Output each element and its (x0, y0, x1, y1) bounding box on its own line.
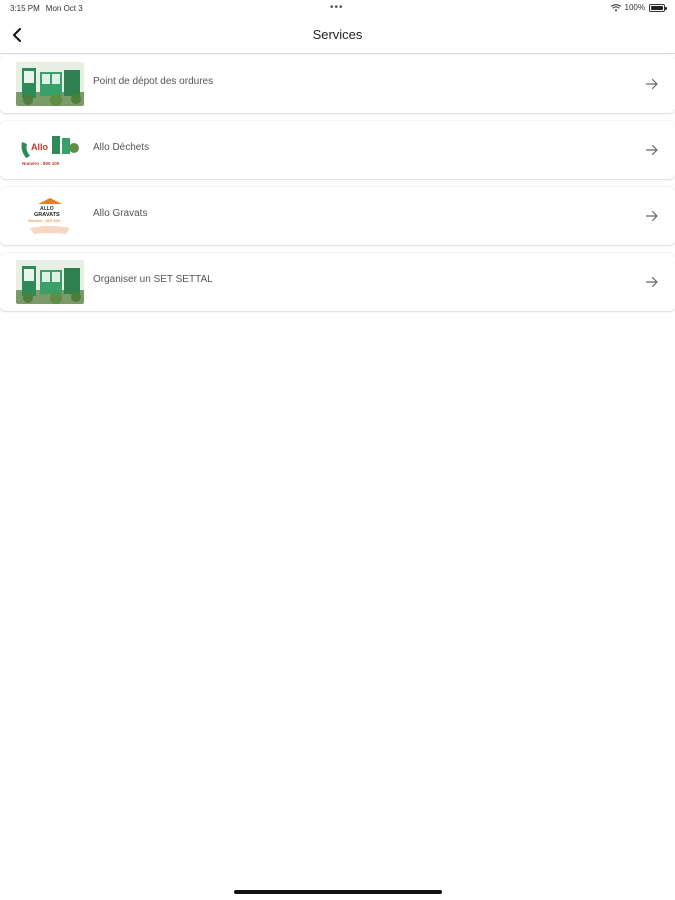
page-title: Services (312, 27, 363, 42)
service-item-allo-gravats[interactable]: ALLO GRAVATS Numéro : 800 400 Allo Grava… (0, 187, 675, 245)
arrow-right-icon (645, 78, 658, 90)
battery-fill (651, 5, 663, 10)
battery-icon (649, 3, 667, 12)
service-item-label: Allo Déchets (93, 142, 150, 153)
set-settal-thumbnail (16, 260, 84, 304)
wifi-icon (610, 3, 621, 11)
status-left: 3:15 PM Mon Oct 3 (10, 4, 83, 13)
svg-text:Numéro : 800 100: Numéro : 800 100 (22, 161, 60, 166)
status-right: 100% (610, 3, 667, 12)
battery-percent: 100% (624, 3, 645, 12)
service-item-label: Allo Gravats (93, 208, 148, 219)
arrow-right-icon (645, 276, 658, 288)
status-bar: 3:15 PM Mon Oct 3 ••• 100% (0, 0, 675, 18)
service-item-label: Point de dépot des ordures (93, 76, 214, 87)
multitasking-dots[interactable]: ••• (330, 2, 344, 13)
svg-text:Allo: Allo (31, 142, 49, 152)
arrow-right-icon (645, 210, 658, 222)
allo-gravats-thumbnail: ALLO GRAVATS Numéro : 800 400 (16, 194, 84, 238)
home-indicator[interactable] (234, 890, 442, 894)
status-date: Mon Oct 3 (45, 4, 83, 13)
service-item-depot[interactable]: Point de dépot des ordures (0, 55, 675, 113)
arrow-right-icon (645, 144, 658, 156)
services-list: Point de dépot des ordures Allo Numéro :… (0, 55, 675, 319)
service-item-set-settal[interactable]: Organiser un SET SETTAL (0, 253, 675, 311)
service-item-label: Organiser un SET SETTAL (93, 274, 213, 285)
depot-thumbnail (16, 62, 84, 106)
service-item-allo-dechets[interactable]: Allo Numéro : 800 100 Allo Déchets (0, 121, 675, 179)
status-time: 3:15 PM (10, 4, 40, 13)
allo-dechets-thumbnail: Allo Numéro : 800 100 (16, 128, 84, 172)
navigation-bar: Services (0, 18, 675, 54)
svg-text:Numéro : 800 400: Numéro : 800 400 (28, 218, 61, 223)
